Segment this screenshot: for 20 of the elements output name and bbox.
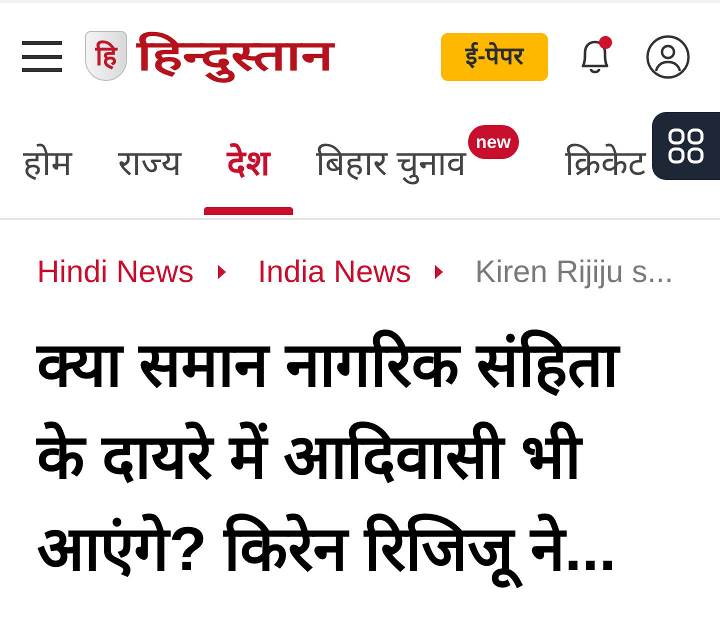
- nav-tab[interactable]: क्रिकेट: [542, 110, 650, 218]
- breadcrumb-current: Kiren Rijiju s...: [475, 252, 674, 291]
- all-sections-button[interactable]: [652, 112, 720, 180]
- user-profile-icon[interactable]: [646, 34, 690, 78]
- article-headline: क्या समान नागरिक संहिता के दायरे में आदिवासी भी आएंगे? किरेन रिजिजू ने...: [37, 320, 635, 596]
- breadcrumb-link[interactable]: India News: [258, 248, 412, 296]
- logo-shield: हि: [85, 31, 127, 82]
- nav-tab[interactable]: देश: [204, 110, 293, 218]
- nav-tab[interactable]: राज्य: [95, 110, 204, 218]
- menu-button[interactable]: [22, 41, 62, 72]
- new-badge: new: [468, 125, 519, 159]
- caret-right-icon: [218, 265, 226, 279]
- grid-icon: [668, 128, 704, 164]
- logo-wordmark: हिन्दुस्तान: [137, 26, 333, 87]
- caret-right-icon: [435, 265, 444, 279]
- breadcrumb-link[interactable]: Hindi News: [37, 248, 194, 296]
- epaper-button[interactable]: ई-पेपर: [441, 32, 548, 80]
- nav-tab[interactable]: होम: [0, 110, 95, 218]
- nav-tab[interactable]: बिहार चुनाव new: [293, 110, 542, 218]
- site-logo[interactable]: हि हिन्दुस्तान: [85, 26, 347, 87]
